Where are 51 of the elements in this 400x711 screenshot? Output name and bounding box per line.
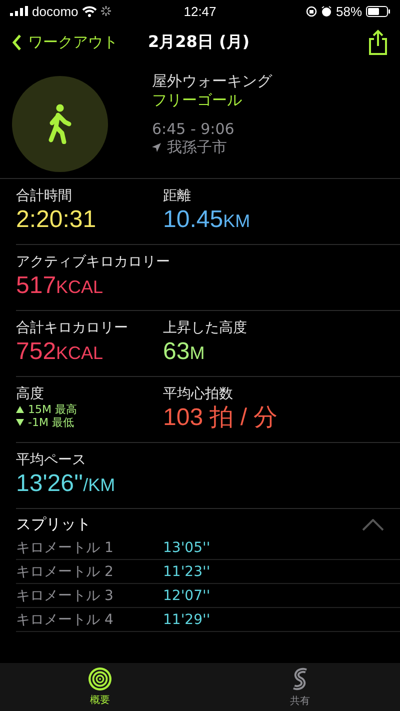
metric-label: 距離 [163,187,192,205]
metric-label: 平均心拍数 [163,385,234,403]
share-icon[interactable] [368,29,388,55]
metric-label: 上昇した高度 [163,319,248,337]
wifi-icon [82,6,98,16]
nav-title: 2月28日 (月) [148,32,251,52]
metric-value: 752KCAL [16,337,104,367]
metric-value: 13'26''/KM [16,469,116,499]
clock-time: 12:47 [184,4,216,18]
walking-person-icon [46,104,74,144]
loading-icon [101,6,112,16]
chevron-left-icon [12,34,22,50]
metric-value: 2:20:31 [16,205,98,235]
location-name: 我孫子市 [167,138,227,157]
tab[interactable]: 共有 [200,663,400,711]
split-time: 12'07'' [163,588,210,604]
up-triangle-icon [16,406,24,413]
location-arrow-icon [152,143,161,152]
battery-icon [366,6,390,16]
split-label: キロメートル 3 [16,586,114,604]
time-range: 6:45 - 9:06 [152,120,236,138]
split-label: キロメートル 2 [16,562,114,580]
metric-label: アクティブキロカロリー [16,253,171,271]
metric-label: 高度 [16,385,45,403]
min-elevation: -1M 最低 [28,416,74,429]
metric-label: 合計キロカロリー [16,319,129,337]
max-elevation: 15M 最高 [28,403,77,416]
tab[interactable]: 概要 [0,663,200,711]
metric-label: 平均ペース [16,451,87,469]
rings-icon [88,667,112,691]
split-time: 11'29'' [163,612,210,628]
rotation-lock-icon [306,6,317,16]
section-title: スプリット [16,515,91,534]
split-label: キロメートル 4 [16,610,114,628]
split-time: 11'23'' [163,564,210,580]
split-label: キロメートル 1 [16,538,114,556]
workout-goal: フリーゴール [152,91,243,110]
alarm-icon [320,6,332,16]
battery-percent: 58% [336,4,362,18]
metric-label: 合計時間 [16,187,73,205]
back-button[interactable]: ワークアウト [12,32,118,52]
metric-value: 517KCAL [16,271,104,301]
chevron-up-icon[interactable] [362,518,384,530]
split-time: 13'05'' [163,540,210,556]
workout-type: 屋外ウォーキング [152,72,272,91]
metric-value: 63M [163,337,206,367]
carrier-name: docomo [32,4,78,18]
metric-value: 10.45KM [163,205,252,235]
metric-value: 103 拍 / 分 [163,403,279,433]
down-triangle-icon [16,419,24,426]
signal-icon [10,6,28,16]
